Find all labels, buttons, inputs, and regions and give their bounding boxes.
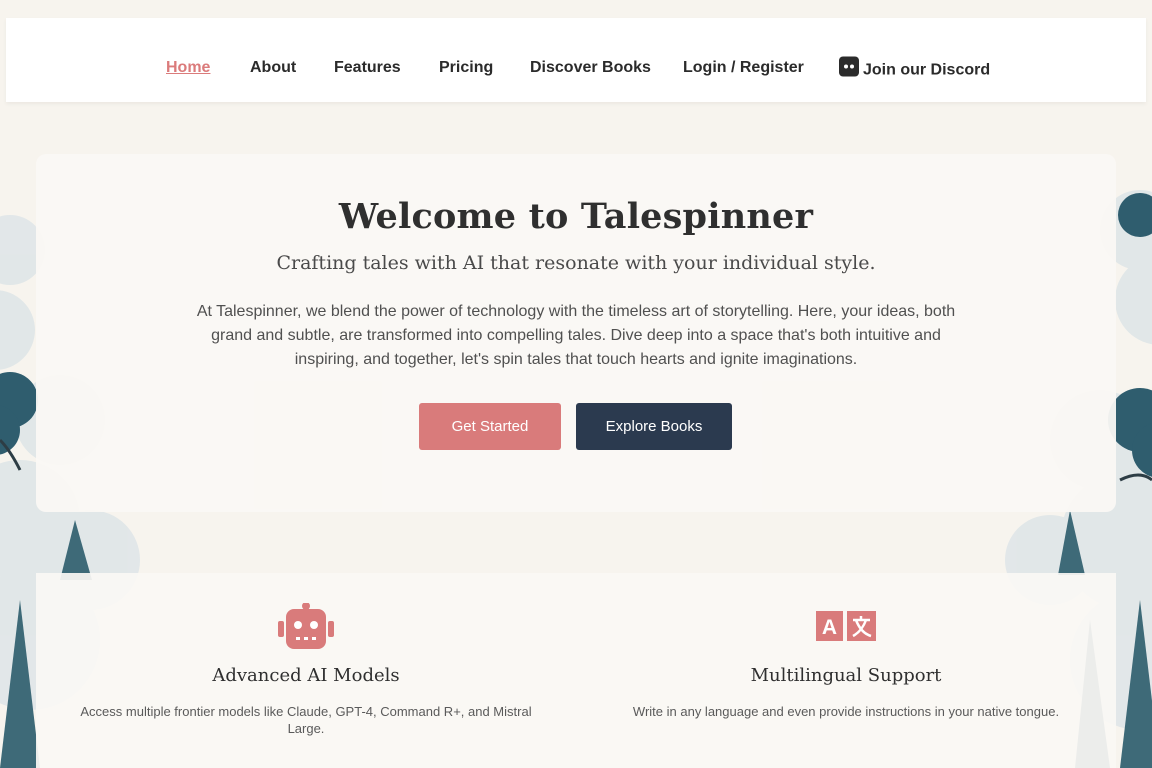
feature-text: Access multiple frontier models like Cla… <box>80 704 532 736</box>
nav-pricing-link[interactable]: Pricing <box>439 59 493 77</box>
hero-section: Welcome to Talespinner Crafting tales wi… <box>36 154 1116 512</box>
explore-books-button[interactable]: Explore Books <box>576 403 732 450</box>
hero-description: At Talespinner, we blend the power of te… <box>196 303 956 368</box>
robot-icon <box>276 602 336 656</box>
feature-title: Multilingual Support <box>750 665 942 686</box>
discord-icon <box>839 56 859 77</box>
feature-title: Advanced AI Models <box>212 665 400 686</box>
nav-discord-link[interactable]: Join our Discord <box>839 56 991 80</box>
feature-text: Write in any language and even provide i… <box>632 704 1060 719</box>
features-section: Advanced AI Models Access multiple front… <box>36 573 1116 768</box>
translate-icon: A <box>816 611 876 646</box>
nav-login-register-link[interactable]: Login / Register <box>683 59 804 77</box>
nav-about-link[interactable]: About <box>250 59 296 77</box>
nav-features-link[interactable]: Features <box>334 59 401 77</box>
top-navbar: Home About Features Pricing Discover Boo… <box>6 18 1146 102</box>
svg-text:A: A <box>822 616 837 639</box>
get-started-button[interactable]: Get Started <box>419 403 561 450</box>
nav-home-link[interactable]: Home <box>166 59 210 77</box>
hero-subtitle: Crafting tales with AI that resonate wit… <box>276 252 876 274</box>
discord-label: Join our Discord <box>863 61 991 79</box>
hero-title: Welcome to Talespinner <box>338 196 814 237</box>
nav-discover-books-link[interactable]: Discover Books <box>530 59 651 77</box>
